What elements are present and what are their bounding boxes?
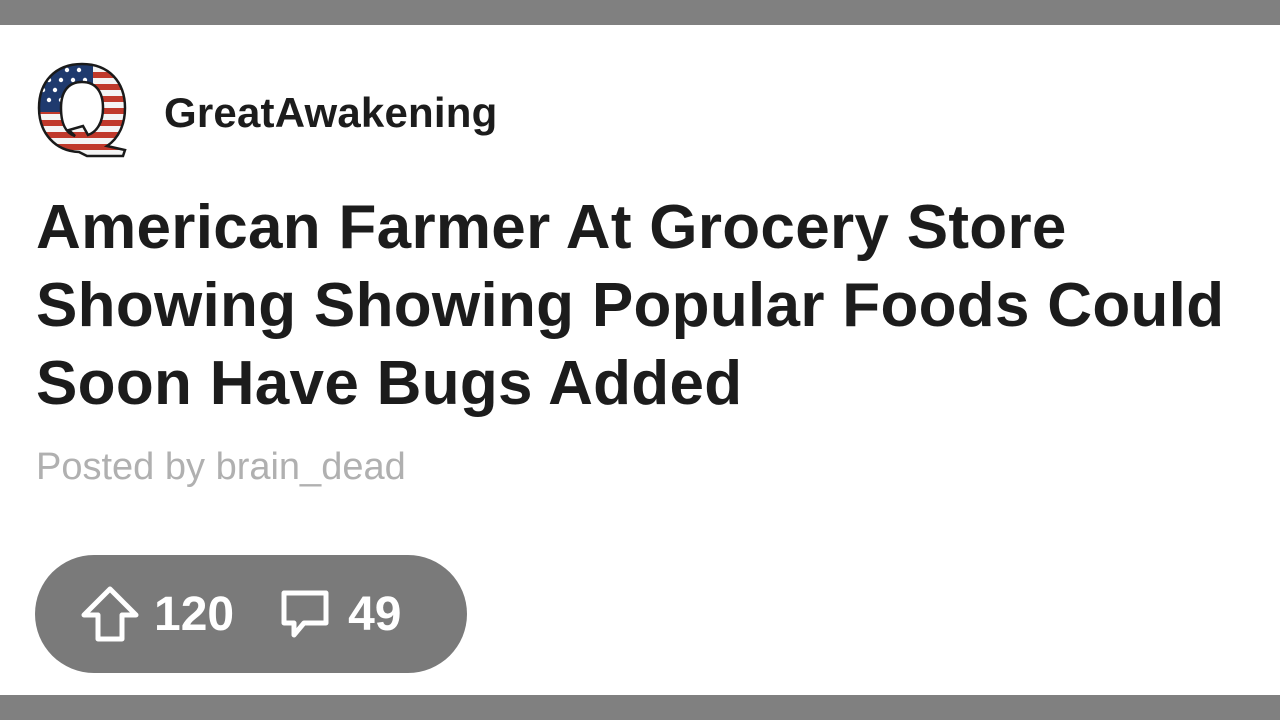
post-author-line: Posted by brain_dead (36, 444, 406, 490)
upvote-stat[interactable]: 120 (80, 585, 234, 643)
q-flag-icon (37, 62, 127, 158)
community-name[interactable]: GreatAwakening (164, 88, 497, 138)
post-title[interactable]: American Farmer At Grocery Store Showing… (36, 189, 1236, 423)
post-stats-pill: 120 49 (35, 555, 467, 673)
bottom-frame-bar (0, 695, 1280, 720)
comment-stat[interactable]: 49 (278, 587, 401, 642)
author-username[interactable]: brain_dead (216, 446, 406, 488)
posted-by-label: Posted by (36, 446, 205, 488)
comment-count: 49 (348, 587, 402, 641)
community-avatar[interactable] (33, 60, 131, 158)
upvote-arrow-icon (81, 586, 139, 642)
top-frame-bar (0, 0, 1280, 25)
comment-bubble-icon (281, 590, 329, 638)
upvote-count: 120 (154, 587, 235, 641)
